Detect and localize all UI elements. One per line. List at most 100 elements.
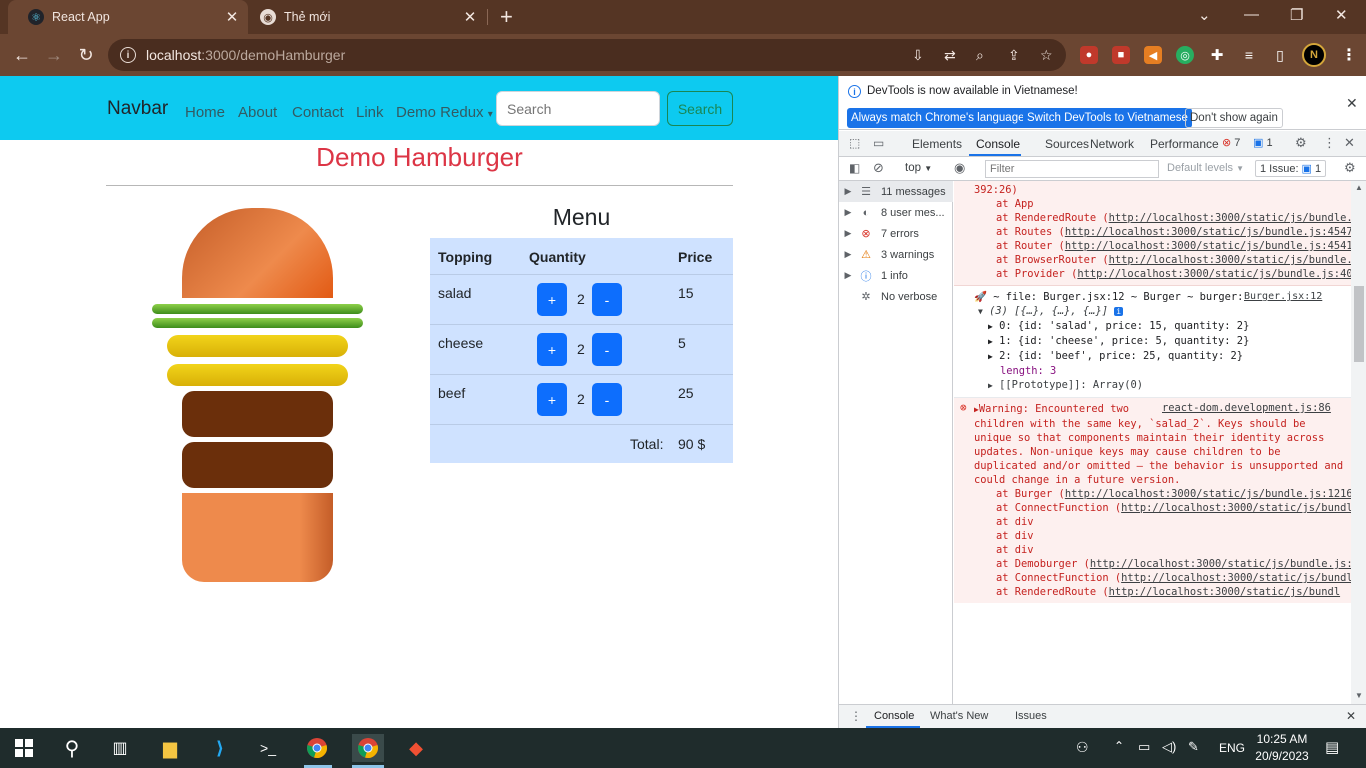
source-link[interactable]: Burger.jsx:12 (1244, 290, 1322, 304)
error-count-badge[interactable]: ⊗ 7 (1222, 136, 1240, 149)
console-settings-icon[interactable]: ⚙ (1344, 160, 1356, 176)
inspect-element-icon[interactable]: ⬚ (849, 136, 860, 150)
new-tab-icon[interactable]: + (500, 6, 513, 28)
close-tab-icon[interactable]: ✕ (222, 8, 242, 26)
share-icon[interactable]: ⇪ (1008, 47, 1020, 64)
console-scrollbar[interactable]: ▲ ▼ (1351, 181, 1366, 704)
context-selector[interactable]: top ▼ (905, 162, 932, 174)
clear-console-icon[interactable]: ⊘ (873, 160, 884, 176)
back-icon[interactable]: ← (9, 42, 35, 68)
tab-search-icon[interactable]: ⌄ (1198, 6, 1211, 24)
vscode-icon[interactable]: ⟩ (206, 734, 234, 762)
issue-count-badge[interactable]: ▣ 1 (1253, 136, 1273, 149)
clock-time[interactable]: 10:25 AM (1256, 732, 1308, 746)
close-drawer-icon[interactable]: ✕ (1346, 709, 1356, 723)
switch-language-button[interactable]: Switch DevTools to Vietnamese (1023, 108, 1192, 128)
console-filter-input[interactable] (985, 160, 1159, 178)
array-item[interactable]: ▶ 2: {id: 'beef', price: 25, quantity: 2… (974, 349, 1351, 364)
extension-icon-2[interactable]: ■ (1112, 46, 1130, 64)
zoom-icon[interactable]: ⌕ (976, 47, 984, 64)
install-icon[interactable]: ⇩ (912, 47, 924, 64)
search-input[interactable] (496, 91, 660, 126)
drawer-tab-issues[interactable]: Issues (1015, 710, 1047, 722)
media-control-icon[interactable]: ≡ (1240, 46, 1258, 64)
scroll-down-icon[interactable]: ▼ (1355, 691, 1363, 700)
sidebar-toggle-icon[interactable]: ◧ (849, 161, 860, 175)
translate-icon[interactable]: ⇄ (944, 47, 956, 64)
decrease-salad-button[interactable]: - (592, 283, 622, 316)
scroll-thumb[interactable] (1354, 286, 1364, 362)
menu-kebab-icon[interactable]: ⋮ (1340, 46, 1358, 64)
close-tab-icon[interactable]: ✕ (460, 8, 480, 26)
source-link[interactable]: react-dom.development.js:86 (1162, 402, 1331, 414)
close-devtools-icon[interactable]: ✕ (1344, 135, 1355, 151)
minimize-icon[interactable]: — (1244, 6, 1259, 23)
increase-salad-button[interactable]: + (537, 283, 567, 316)
issues-counter[interactable]: 1 Issue: ▣ 1 (1255, 160, 1327, 177)
sidebar-item-messages[interactable]: ▶ ☰ 11 messages (839, 181, 953, 202)
close-window-icon[interactable]: ✕ (1335, 6, 1348, 24)
profile-avatar[interactable]: N (1302, 43, 1326, 67)
language-indicator[interactable]: ENG (1219, 741, 1245, 755)
terminal-icon[interactable]: >_ (254, 734, 282, 762)
chrome-profile-icon[interactable] (352, 734, 384, 762)
task-view-icon[interactable]: ▥ (106, 734, 134, 762)
volume-icon[interactable]: ◁) (1162, 739, 1176, 755)
nav-link-home[interactable]: Home (185, 104, 225, 121)
array-item[interactable]: ▶ 0: {id: 'salad', price: 15, quantity: … (974, 319, 1351, 334)
close-infobar-icon[interactable]: ✕ (1346, 95, 1358, 112)
drawer-tab-whats-new[interactable]: What's New (930, 710, 988, 722)
tab-new-tab[interactable]: ◉ Thẻ mới ✕ (248, 0, 486, 34)
search-icon[interactable]: ⚲ (58, 734, 86, 762)
drawer-tab-console[interactable]: Console (874, 710, 914, 722)
nav-link-contact[interactable]: Contact (292, 104, 344, 121)
tab-react-app[interactable]: ⚛ React App ✕ (8, 0, 248, 34)
sidebar-item-errors[interactable]: ▶ ⊗ 7 errors (839, 223, 953, 244)
sidebar-item-info[interactable]: ▶ ⓘ 1 info (839, 265, 953, 286)
side-panel-icon[interactable]: ▯ (1271, 46, 1289, 64)
sidebar-item-warnings[interactable]: ▶ ⚠ 3 warnings (839, 244, 953, 265)
tab-sources[interactable]: Sources (1045, 137, 1089, 151)
log-levels-dropdown[interactable]: Default levels ▼ (1167, 162, 1244, 174)
sidebar-item-verbose[interactable]: ✲ No verbose (839, 286, 953, 307)
drawer-menu-icon[interactable]: ⋮ (850, 709, 862, 723)
forward-icon[interactable]: → (41, 42, 67, 68)
network-icon[interactable]: ▭ (1138, 739, 1150, 755)
tab-network[interactable]: Network (1090, 137, 1134, 151)
array-item[interactable]: ▶ 1: {id: 'cheese', price: 5, quantity: … (974, 334, 1351, 349)
address-bar[interactable]: i localhost:3000/demoHamburger ⇩ ⇄ ⌕ ⇪ ☆ (108, 39, 1066, 71)
decrease-beef-button[interactable]: - (592, 383, 622, 416)
increase-beef-button[interactable]: + (537, 383, 567, 416)
array-summary[interactable]: ▼ (3) [{…}, {…}, {…}] i (974, 304, 1351, 319)
file-explorer-icon[interactable]: ▆ (156, 734, 184, 762)
nav-link-link[interactable]: Link (356, 104, 384, 121)
extension-icon-4[interactable]: ◎ (1176, 46, 1194, 64)
live-expression-eye-icon[interactable]: ◉ (954, 160, 965, 176)
extension-icon-3[interactable]: ◀ (1144, 46, 1162, 64)
notifications-icon[interactable]: ▤ (1325, 738, 1339, 756)
extensions-puzzle-icon[interactable]: ✚ (1208, 46, 1226, 64)
match-language-button[interactable]: Always match Chrome's language (847, 108, 1029, 128)
sidebar-item-user-messages[interactable]: ▶ ◐ 8 user mes... (839, 202, 953, 223)
windows-start-icon[interactable] (10, 734, 38, 762)
nav-link-about[interactable]: About (238, 104, 277, 121)
nav-dropdown-demo-redux[interactable]: Demo Redux ▾ (396, 104, 493, 121)
people-icon[interactable]: ⚇ (1076, 739, 1089, 756)
extension-icon-1[interactable]: ● (1080, 46, 1098, 64)
decrease-cheese-button[interactable]: - (592, 333, 622, 366)
tab-performance[interactable]: Performance (1150, 137, 1219, 151)
tab-console[interactable]: Console (976, 137, 1020, 151)
site-info-icon[interactable]: i (120, 47, 136, 63)
device-toolbar-icon[interactable]: ▭ (873, 136, 884, 150)
dont-show-again-button[interactable]: Don't show again (1185, 108, 1283, 128)
chrome-icon[interactable] (303, 734, 331, 762)
show-hidden-icons[interactable]: ⌃ (1114, 739, 1124, 753)
navbar-brand[interactable]: Navbar (107, 98, 168, 120)
settings-gear-icon[interactable]: ⚙ (1295, 135, 1307, 151)
pen-icon[interactable]: ✎ (1188, 739, 1199, 755)
reload-icon[interactable]: ↻ (73, 42, 99, 68)
clock-date[interactable]: 20/9/2023 (1254, 749, 1310, 763)
bookmark-star-icon[interactable]: ☆ (1040, 47, 1053, 64)
array-prototype[interactable]: ▶ [[Prototype]]: Array(0) (974, 378, 1351, 393)
tab-elements[interactable]: Elements (912, 137, 962, 151)
